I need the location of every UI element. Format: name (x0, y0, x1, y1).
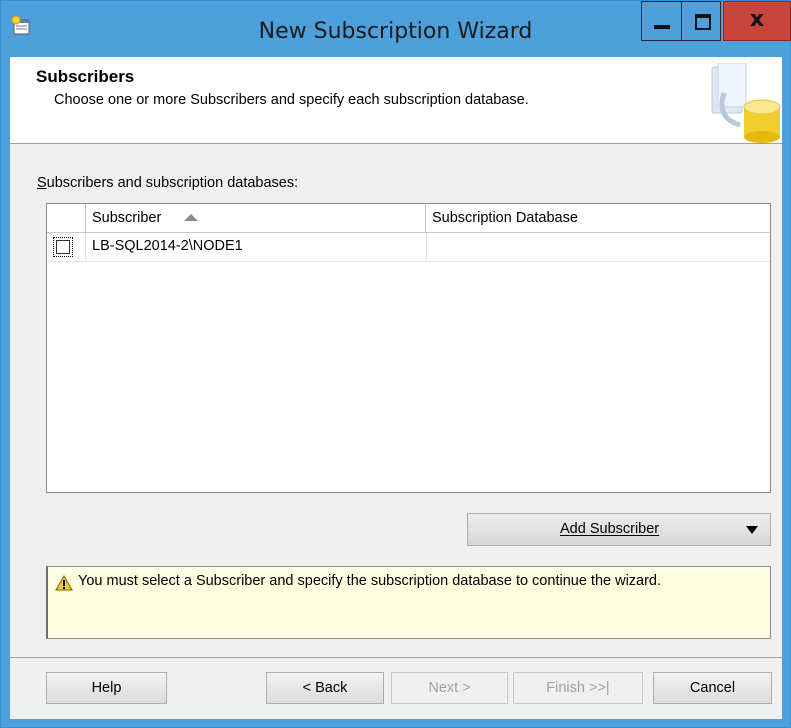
close-icon: x (749, 7, 765, 32)
back-button-label: < Back (302, 680, 348, 696)
subscriber-cell: LB-SQL2014-2\NODE1 (92, 238, 243, 254)
finish-button[interactable]: Finish >>| (513, 672, 643, 704)
warning-icon (55, 575, 73, 591)
subscription-database-cell[interactable] (433, 238, 763, 256)
dropdown-arrow-icon (746, 526, 758, 534)
add-subscriber-button[interactable]: Add Subscriber (467, 513, 771, 546)
cancel-button-label: Cancel (689, 680, 736, 696)
next-button[interactable]: Next > (391, 672, 508, 704)
checkbox-box (56, 240, 70, 254)
wizard-window: New Subscription Wizard x Subscribers Ch… (0, 0, 791, 728)
page-title: Subscribers (36, 67, 135, 86)
database-subscription-art (711, 63, 781, 143)
help-button-label: Help (91, 680, 122, 696)
page-subtitle: Choose one or more Subscribers and speci… (54, 92, 529, 108)
back-button[interactable]: < Back (266, 672, 384, 704)
help-button[interactable]: Help (46, 672, 167, 704)
cancel-button[interactable]: Cancel (653, 672, 772, 704)
grid-label-mnemonic: S (37, 175, 47, 191)
wizard-client-area: Subscribers Choose one or more Subscribe… (10, 57, 782, 719)
sort-ascending-icon (184, 214, 198, 221)
add-subscriber-label: Add Subscriber (560, 521, 660, 537)
minimize-button[interactable] (641, 1, 681, 41)
close-button[interactable]: x (723, 1, 791, 41)
maximize-button[interactable] (681, 1, 721, 41)
column-header-label: Subscriber (92, 210, 162, 226)
grid-label: Subscribers and subscription databases: (37, 175, 298, 191)
minimize-icon (654, 25, 670, 29)
select-column-header[interactable] (47, 204, 86, 233)
wizard-header: Subscribers Choose one or more Subscribe… (10, 57, 782, 144)
validation-message-text: You must select a Subscriber and specify… (78, 573, 662, 589)
row-select-cell (47, 233, 86, 261)
column-header-label: Subscription Database (432, 210, 578, 226)
grid-label-text: ubscribers and subscription databases: (46, 175, 299, 191)
table-row[interactable]: LB-SQL2014-2\NODE1 (47, 233, 770, 262)
validation-message: You must select a Subscriber and specify… (46, 566, 771, 639)
subscribers-grid[interactable]: Subscriber Subscription Database LB-SQL2… (46, 203, 771, 493)
column-divider (426, 233, 427, 261)
footer-divider (10, 657, 782, 658)
finish-button-label: Finish >>| (546, 680, 610, 696)
next-button-label: Next > (428, 680, 471, 696)
column-header-subscriber[interactable]: Subscriber (86, 204, 426, 233)
title-bar[interactable]: New Subscription Wizard x (1, 1, 791, 57)
column-header-subscription-database[interactable]: Subscription Database (426, 204, 770, 233)
subscriber-checkbox[interactable] (53, 237, 73, 257)
maximize-icon (695, 14, 711, 30)
